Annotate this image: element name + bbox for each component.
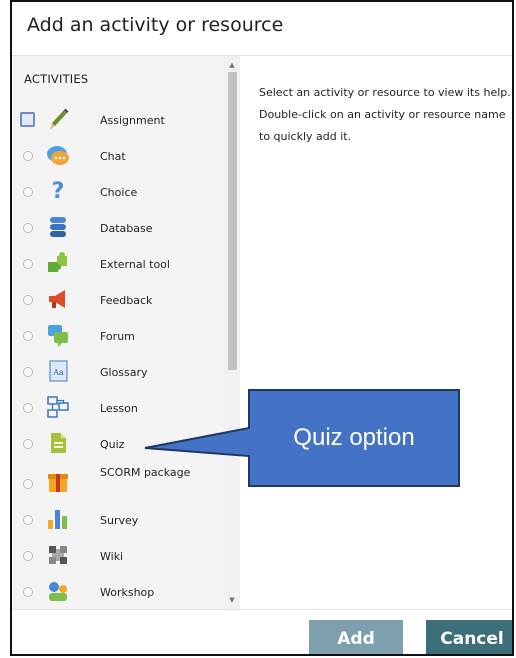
add-activity-dialog: Add an activity or resource ACTIVITIES A… bbox=[10, 0, 514, 656]
module-scorm-package[interactable]: SCORM package bbox=[12, 462, 224, 502]
module-choice[interactable]: ? Choice bbox=[12, 174, 224, 210]
module-external-tool[interactable]: External tool bbox=[12, 246, 224, 282]
module-radio[interactable] bbox=[23, 331, 33, 341]
wiki-icon bbox=[45, 542, 71, 568]
help-pane: Select an activity or resource to view i… bbox=[240, 56, 512, 609]
module-assignment[interactable]: Assignment bbox=[12, 102, 224, 138]
list-scrollbar[interactable]: ▲ ▼ bbox=[224, 56, 240, 609]
dialog-footer: Add Cancel bbox=[12, 609, 512, 654]
module-radio[interactable] bbox=[23, 439, 33, 449]
module-label: Choice bbox=[100, 186, 138, 199]
feedback-icon bbox=[45, 286, 71, 312]
module-label: Chat bbox=[100, 150, 126, 163]
module-survey[interactable]: Survey bbox=[12, 502, 224, 538]
svg-text:?: ? bbox=[52, 179, 65, 204]
module-glossary[interactable]: Aa Glossary bbox=[12, 354, 224, 390]
scroll-up-icon[interactable]: ▲ bbox=[224, 58, 240, 72]
module-chat[interactable]: Chat bbox=[12, 138, 224, 174]
choice-icon: ? bbox=[45, 178, 71, 204]
add-button[interactable]: Add bbox=[309, 620, 403, 654]
activities-heading: ACTIVITIES bbox=[24, 72, 89, 86]
module-label: Workshop bbox=[100, 586, 155, 599]
module-radio[interactable] bbox=[23, 587, 33, 597]
dialog-header: Add an activity or resource bbox=[12, 2, 512, 56]
module-radio[interactable] bbox=[23, 367, 33, 377]
database-icon bbox=[45, 214, 71, 240]
module-label: Quiz bbox=[100, 438, 125, 451]
module-wiki[interactable]: Wiki bbox=[12, 538, 224, 574]
dialog-title: Add an activity or resource bbox=[27, 14, 284, 36]
module-radio[interactable] bbox=[20, 112, 35, 127]
scorm-package-icon bbox=[45, 470, 71, 496]
module-label: SCORM package bbox=[100, 466, 191, 479]
module-label: Lesson bbox=[100, 402, 138, 415]
module-label: Wiki bbox=[100, 550, 124, 563]
module-label: Survey bbox=[100, 514, 139, 527]
help-text: Select an activity or resource to view i… bbox=[259, 86, 511, 143]
module-lesson[interactable]: Lesson bbox=[12, 390, 224, 426]
activity-chooser-list: ACTIVITIES Assignment Chat ? Choice Data… bbox=[12, 56, 240, 609]
quiz-icon bbox=[45, 430, 71, 456]
module-label: Glossary bbox=[100, 366, 148, 379]
scrollbar-thumb[interactable] bbox=[228, 72, 237, 370]
module-radio[interactable] bbox=[23, 515, 33, 525]
module-label: Forum bbox=[100, 330, 135, 343]
module-radio[interactable] bbox=[23, 479, 33, 489]
module-database[interactable]: Database bbox=[12, 210, 224, 246]
forum-icon bbox=[45, 322, 71, 348]
module-radio[interactable] bbox=[23, 551, 33, 561]
module-radio[interactable] bbox=[23, 295, 33, 305]
glossary-icon: Aa bbox=[45, 358, 71, 384]
external-tool-icon bbox=[45, 250, 71, 276]
module-label: Feedback bbox=[100, 294, 153, 307]
module-quiz[interactable]: Quiz bbox=[12, 426, 224, 462]
module-radio[interactable] bbox=[23, 259, 33, 269]
cancel-button[interactable]: Cancel bbox=[426, 620, 512, 654]
module-feedback[interactable]: Feedback bbox=[12, 282, 224, 318]
module-radio[interactable] bbox=[23, 223, 33, 233]
chat-icon bbox=[45, 143, 71, 169]
module-workshop[interactable]: Workshop bbox=[12, 574, 224, 609]
module-radio[interactable] bbox=[23, 187, 33, 197]
assignment-icon bbox=[45, 106, 71, 132]
survey-icon bbox=[45, 506, 71, 532]
scroll-down-icon[interactable]: ▼ bbox=[224, 593, 240, 607]
module-label: Database bbox=[100, 222, 153, 235]
svg-text:Aa: Aa bbox=[52, 368, 64, 377]
module-radio[interactable] bbox=[23, 403, 33, 413]
lesson-icon bbox=[45, 394, 71, 420]
workshop-icon bbox=[45, 578, 71, 604]
module-label: Assignment bbox=[100, 114, 165, 127]
module-radio[interactable] bbox=[23, 151, 33, 161]
module-forum[interactable]: Forum bbox=[12, 318, 224, 354]
module-label: External tool bbox=[100, 258, 170, 271]
